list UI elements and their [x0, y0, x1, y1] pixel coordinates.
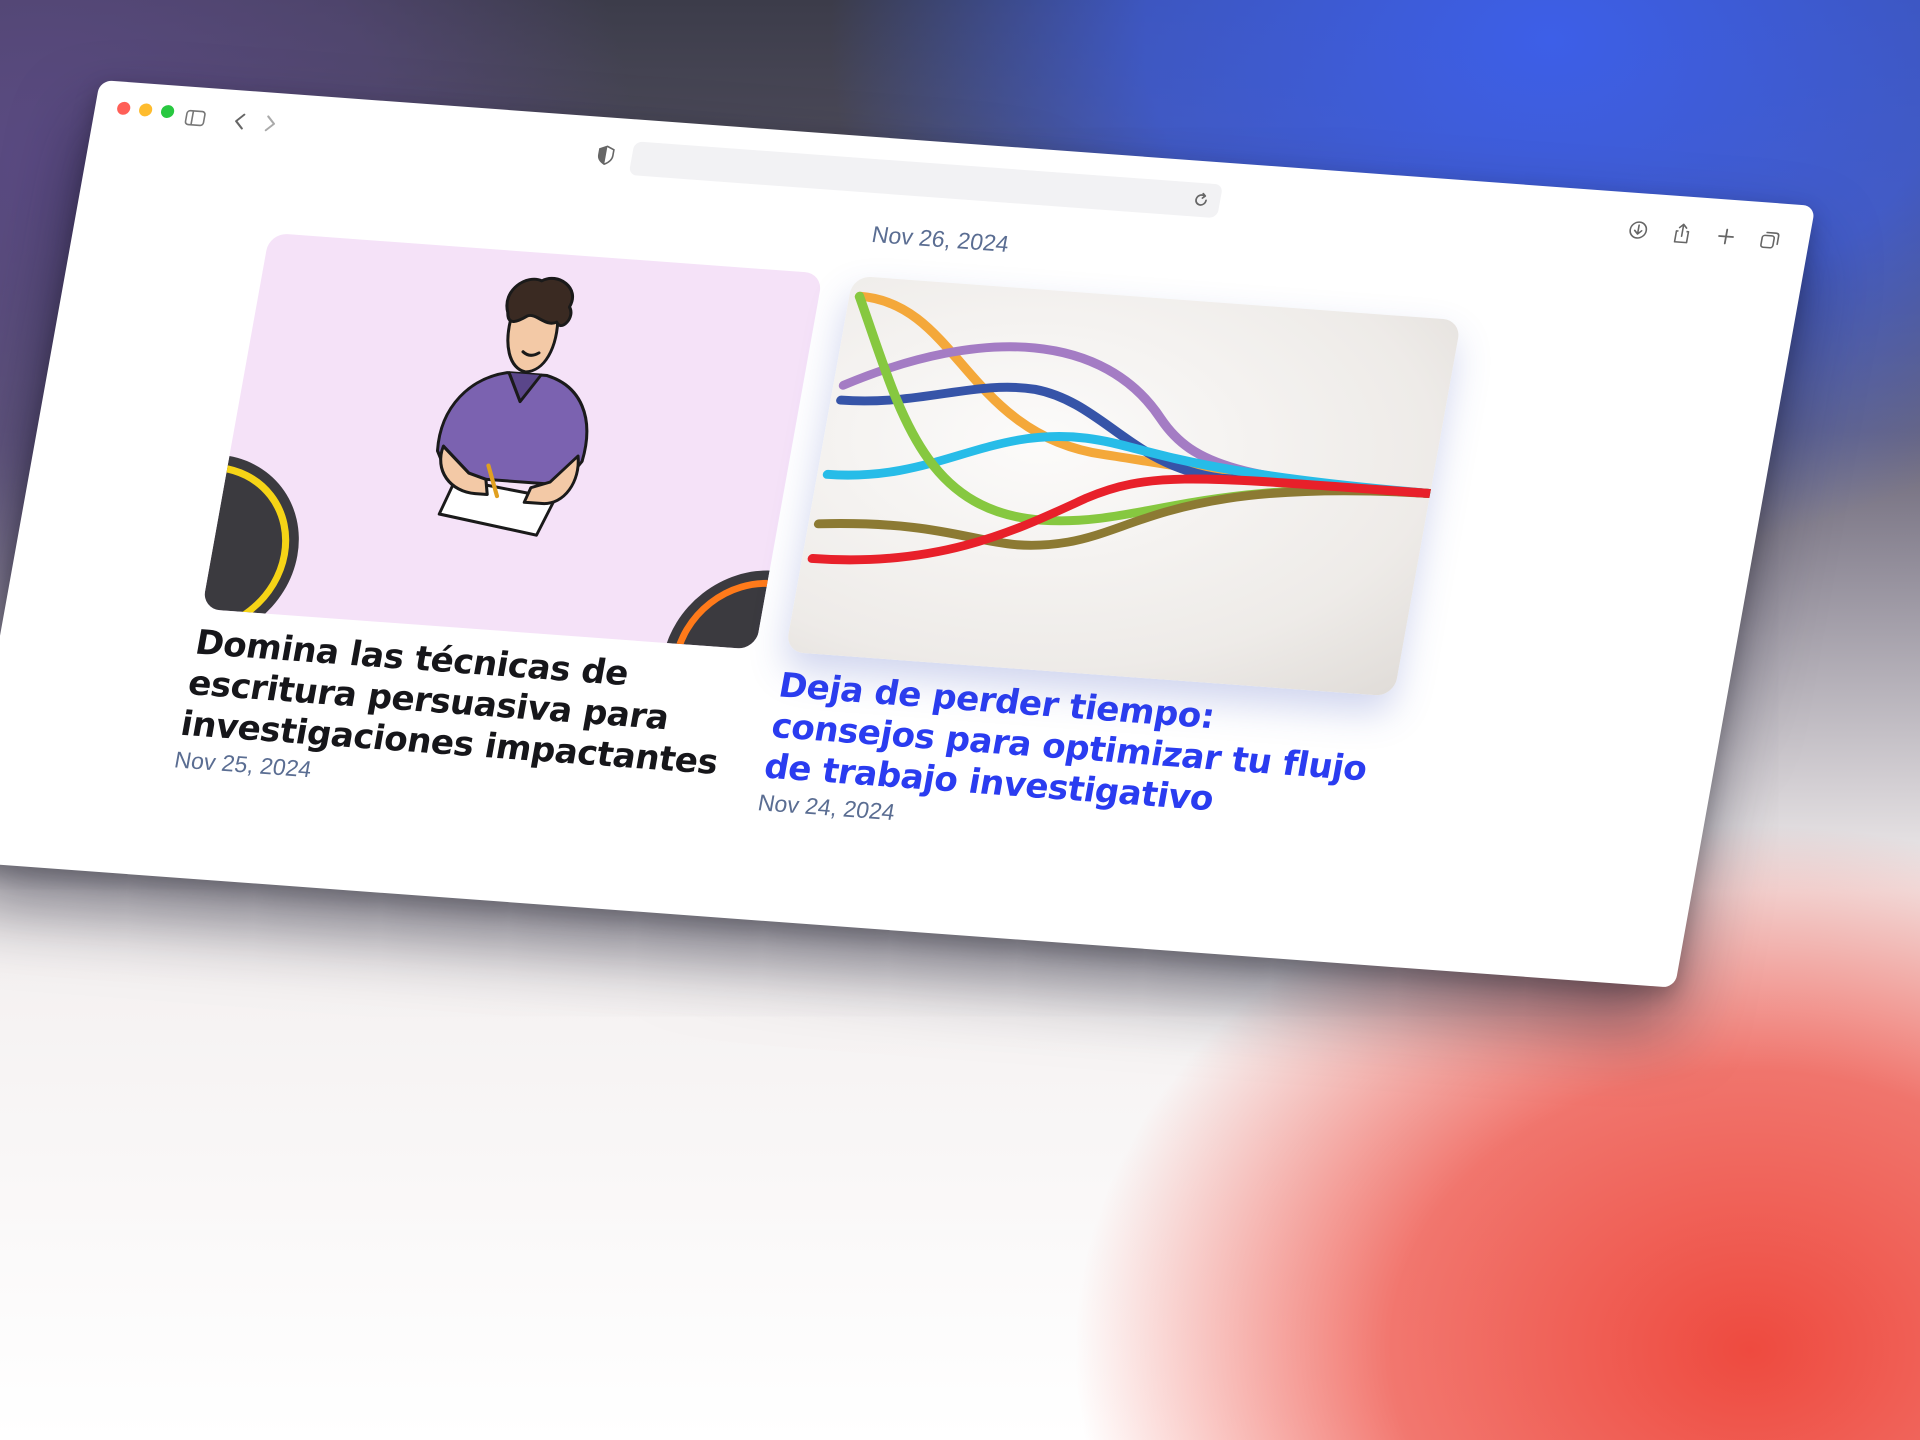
window-controls: [116, 101, 176, 119]
toolbar-actions: [1625, 218, 1783, 251]
browser-window: Nov 26, 2024 Domina las técnicas de escr…: [0, 80, 1816, 988]
download-icon[interactable]: [1625, 218, 1651, 241]
privacy-shield-icon[interactable]: [595, 145, 617, 166]
sidebar-icon[interactable]: [182, 106, 208, 129]
back-icon[interactable]: [227, 110, 253, 133]
address-bar[interactable]: [628, 141, 1224, 219]
zoom-window-button[interactable]: [159, 104, 176, 119]
converging-lines-icon: [807, 291, 1435, 565]
article-thumbnail[interactable]: [785, 275, 1462, 697]
article-thumbnail[interactable]: [201, 232, 824, 650]
share-icon[interactable]: [1669, 222, 1695, 245]
minimize-window-button[interactable]: [138, 103, 154, 117]
reload-icon[interactable]: [1190, 190, 1211, 209]
close-window-button[interactable]: [116, 101, 132, 116]
forward-icon[interactable]: [257, 112, 283, 135]
new-tab-icon[interactable]: [1713, 225, 1739, 248]
article-card[interactable]: Domina las técnicas de escritura persuas…: [172, 232, 824, 814]
tab-overview-icon[interactable]: [1757, 228, 1783, 251]
illustration-person-writing-icon: [201, 276, 824, 650]
article-card[interactable]: Deja de perder tiempo: consejos para opt…: [756, 275, 1462, 861]
